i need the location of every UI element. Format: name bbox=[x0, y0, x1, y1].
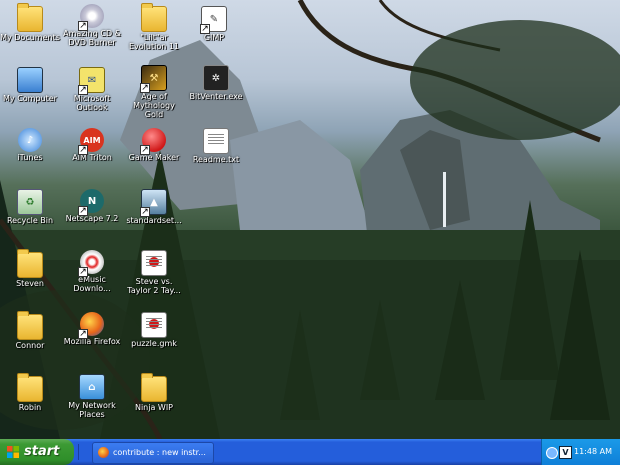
system-tray: V 11:48 AM bbox=[541, 439, 620, 465]
start-label: start bbox=[24, 444, 60, 459]
desktop-icon-my-network-places[interactable]: ⌂ My Network Places bbox=[62, 374, 122, 419]
standardset-icon: ▲ bbox=[140, 189, 167, 217]
clock[interactable]: 11:48 AM bbox=[574, 439, 612, 465]
desktop-icon-puzzle-gmk[interactable]: puzzle.gmk bbox=[124, 312, 184, 348]
desktop-icon-recycle-bin[interactable]: ♻ Recycle Bin bbox=[0, 189, 60, 225]
desktop-icon-readme[interactable]: Readme.txt bbox=[186, 128, 246, 164]
bitventer-icon: ✲ bbox=[203, 65, 229, 91]
start-button[interactable]: start bbox=[0, 439, 74, 465]
game-maker-icon bbox=[140, 128, 166, 155]
aim-icon: AIM bbox=[78, 128, 104, 155]
firefox-icon bbox=[98, 447, 109, 458]
windows-logo-icon bbox=[7, 446, 19, 458]
desktop-icon-aim-triton[interactable]: AIM AIM Triton bbox=[62, 128, 122, 162]
taskbar-button-firefox-window[interactable]: contribute : new instr... bbox=[92, 442, 214, 464]
desktop[interactable]: My Documents My Computer ♪ iTunes ♻ Recy… bbox=[0, 0, 620, 439]
desktop-icon-emusic[interactable]: eMusic Downlo... bbox=[62, 250, 122, 293]
desktop-icon-steve-vs-taylor[interactable]: Steve vs. Taylor 2 Tay... bbox=[124, 250, 184, 295]
desktop-icon-amazing-cd-dvd-burner[interactable]: Amazing CD & DVD Burner bbox=[62, 4, 122, 47]
desktop-icon-bitventer[interactable]: ✲ BitVenter.exe bbox=[186, 65, 246, 101]
folder-icon bbox=[141, 373, 167, 402]
taskbar-button-label: contribute : new instr... bbox=[113, 448, 206, 457]
desktop-icon-robin[interactable]: Robin bbox=[0, 373, 60, 412]
desktop-icon-standardset[interactable]: ▲ standardset... bbox=[124, 189, 184, 225]
cd-burner-icon bbox=[78, 4, 104, 31]
folder-icon bbox=[17, 249, 43, 278]
desktop-icon-steven[interactable]: Steven bbox=[0, 249, 60, 288]
folder-icon bbox=[17, 311, 43, 340]
desktop-icon-ninja-wip[interactable]: Ninja WIP bbox=[124, 373, 184, 412]
text-file-icon bbox=[203, 128, 229, 154]
desktop-icon-netscape[interactable]: N Netscape 7.2 bbox=[62, 189, 122, 223]
age-of-mythology-icon: ⚒ bbox=[140, 65, 167, 93]
netscape-icon: N bbox=[78, 189, 104, 216]
desktop-icon-mozilla-firefox[interactable]: Mozilla Firefox bbox=[62, 312, 122, 346]
quick-launch-separator bbox=[78, 444, 89, 460]
network-tray-icon[interactable] bbox=[546, 447, 558, 459]
taskbar: start contribute : new instr... V 11:48 … bbox=[0, 439, 620, 465]
folder-icon bbox=[141, 3, 167, 32]
gamemaker-file-icon bbox=[141, 250, 167, 276]
outlook-icon: ✉ bbox=[78, 67, 105, 95]
folder-icon bbox=[17, 3, 43, 32]
desktop-icon-game-maker[interactable]: Game Maker bbox=[124, 128, 184, 162]
antivirus-tray-icon[interactable]: V bbox=[559, 446, 572, 459]
itunes-icon: ♪ bbox=[18, 128, 42, 152]
desktop-icon-connor[interactable]: Connor bbox=[0, 311, 60, 350]
folder-icon bbox=[17, 373, 43, 402]
desktop-icon-my-documents[interactable]: My Documents bbox=[0, 3, 60, 42]
computer-icon bbox=[17, 67, 43, 93]
gamemaker-file-icon bbox=[141, 312, 167, 338]
desktop-icon-microsoft-outlook[interactable]: ✉ Microsoft Outlook bbox=[62, 67, 122, 112]
gimp-icon: ✎ bbox=[200, 6, 227, 34]
emusic-icon bbox=[78, 250, 104, 277]
firefox-icon bbox=[78, 312, 104, 339]
desktop-icon-gimp[interactable]: ✎ GIMP bbox=[184, 6, 244, 42]
desktop-icon-age-of-mythology[interactable]: ⚒ Age of Mythology Gold bbox=[124, 65, 184, 119]
network-places-icon: ⌂ bbox=[79, 374, 105, 400]
recycle-bin-icon: ♻ bbox=[17, 189, 43, 215]
desktop-icon-itunes[interactable]: ♪ iTunes bbox=[0, 128, 60, 162]
desktop-icon-lilt-evolution[interactable]: "Lilt"ar Evolution 11 bbox=[124, 3, 184, 51]
desktop-icon-my-computer[interactable]: My Computer bbox=[0, 67, 60, 103]
